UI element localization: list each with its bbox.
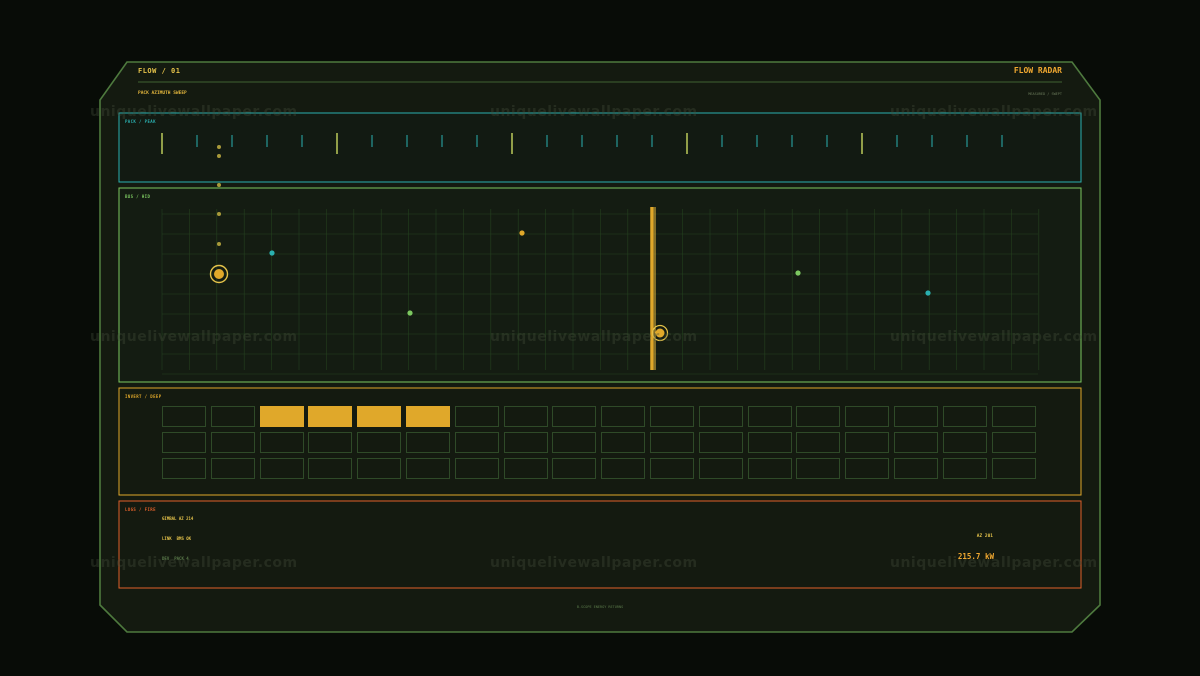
- inverter-cell: [210, 458, 255, 479]
- inverter-cell: [894, 406, 938, 427]
- inverter-cell: [406, 432, 450, 453]
- watermark: uniquelivewallpaper.com: [890, 104, 1098, 120]
- inverter-cell: [991, 406, 1036, 427]
- inverter-cell: [942, 458, 987, 479]
- inverter-cell: [698, 406, 743, 427]
- inverter-cell: [796, 406, 841, 427]
- inverter-cell: [210, 406, 255, 427]
- inverter-cell: [845, 458, 890, 479]
- inverter-cell: [942, 406, 987, 427]
- inverter-cell: [406, 458, 450, 479]
- inverter-cell: [991, 458, 1036, 479]
- watermark: uniquelivewallpaper.com: [890, 329, 1098, 345]
- page-title: FLOW / 01: [138, 67, 181, 75]
- inverter-cell: [552, 458, 597, 479]
- inverter-cell: [503, 432, 548, 453]
- watermark: uniquelivewallpaper.com: [90, 329, 298, 345]
- inverter-cell-active: [259, 406, 304, 427]
- inverter-cell: [894, 432, 938, 453]
- watermark: uniquelivewallpaper.com: [90, 104, 298, 120]
- watermark: uniquelivewallpaper.com: [490, 329, 698, 345]
- inverter-cell: [942, 432, 987, 453]
- peak-panel: PACK / PEAK: [119, 113, 1081, 182]
- bus-panel-label: BUS / HID: [125, 194, 151, 199]
- footer-caption: B-SCOPE ENERGY RETURNS: [576, 605, 624, 609]
- log-line-gimbal: GIMBAL AZ 214: [162, 516, 193, 521]
- inverter-cell: [698, 432, 743, 453]
- watermark: uniquelivewallpaper.com: [90, 555, 298, 571]
- log-line-link-key: LINK: [162, 536, 172, 541]
- inverter-cell: [503, 406, 548, 427]
- inverter-cell-active: [357, 406, 402, 427]
- inverter-cell: [454, 406, 499, 427]
- inverter-cell: [991, 432, 1036, 453]
- logs-panel: LOGS / FIRE GIMBAL AZ 214 LINK BMS OK DE…: [119, 501, 1081, 588]
- log-line-link-value: BMS OK: [176, 536, 192, 541]
- inverter-cell: [308, 458, 353, 479]
- inverter-cell: [650, 406, 694, 427]
- header-meta: MEASURED / SWEPT: [1028, 92, 1062, 96]
- log-line-gimbal-text: GIMBAL AZ 214: [162, 516, 194, 521]
- inverter-cell: [454, 458, 499, 479]
- inverter-cell: [552, 432, 597, 453]
- inverter-cell: [796, 432, 841, 453]
- inverter-cell: [357, 458, 402, 479]
- inverter-cell: [650, 458, 694, 479]
- inverter-cell: [454, 432, 499, 453]
- inverter-cell: [747, 406, 792, 427]
- bus-panel: BUS / HID: [119, 188, 1081, 382]
- inverter-cell: [162, 406, 206, 427]
- inverter-cell: [796, 458, 841, 479]
- inverter-cell: [650, 432, 694, 453]
- inverter-cell: [845, 432, 890, 453]
- watermark: uniquelivewallpaper.com: [490, 555, 698, 571]
- watermark: uniquelivewallpaper.com: [490, 104, 698, 120]
- inverter-cell: [259, 458, 304, 479]
- log-line-link: LINK BMS OK: [162, 536, 191, 541]
- inverter-cell: [210, 432, 255, 453]
- inverter-cell-active: [406, 406, 450, 427]
- page-subtitle: PACK AZIMUTH SWEEP: [138, 91, 187, 96]
- inverter-cell: [894, 458, 938, 479]
- app-name: FLOW RADAR: [1013, 66, 1062, 75]
- inverter-cell: [259, 432, 304, 453]
- inverter-cell: [845, 406, 890, 427]
- inverter-cell: [552, 406, 597, 427]
- logs-panel-label: LOGS / FIRE: [125, 507, 156, 512]
- inverter-cell: [698, 458, 743, 479]
- watermark: uniquelivewallpaper.com: [890, 555, 1098, 571]
- inverter-cell: [601, 458, 646, 479]
- inverter-cell: [308, 432, 353, 453]
- inverter-cell: [601, 432, 646, 453]
- inverter-cell: [747, 432, 792, 453]
- inverter-cell: [357, 432, 402, 453]
- inverter-cell: [162, 458, 206, 479]
- inverter-cell-active: [308, 406, 353, 427]
- inverter-panel: INVERT / DEEP: [119, 388, 1081, 495]
- inverter-cell: [503, 458, 548, 479]
- inverter-cell: [162, 432, 206, 453]
- az-readout: AZ 201: [976, 534, 993, 539]
- trace-dot: [217, 183, 221, 187]
- inverter-cell: [747, 458, 792, 479]
- inverter-panel-label: INVERT / DEEP: [125, 394, 162, 399]
- inverter-cell: [601, 406, 646, 427]
